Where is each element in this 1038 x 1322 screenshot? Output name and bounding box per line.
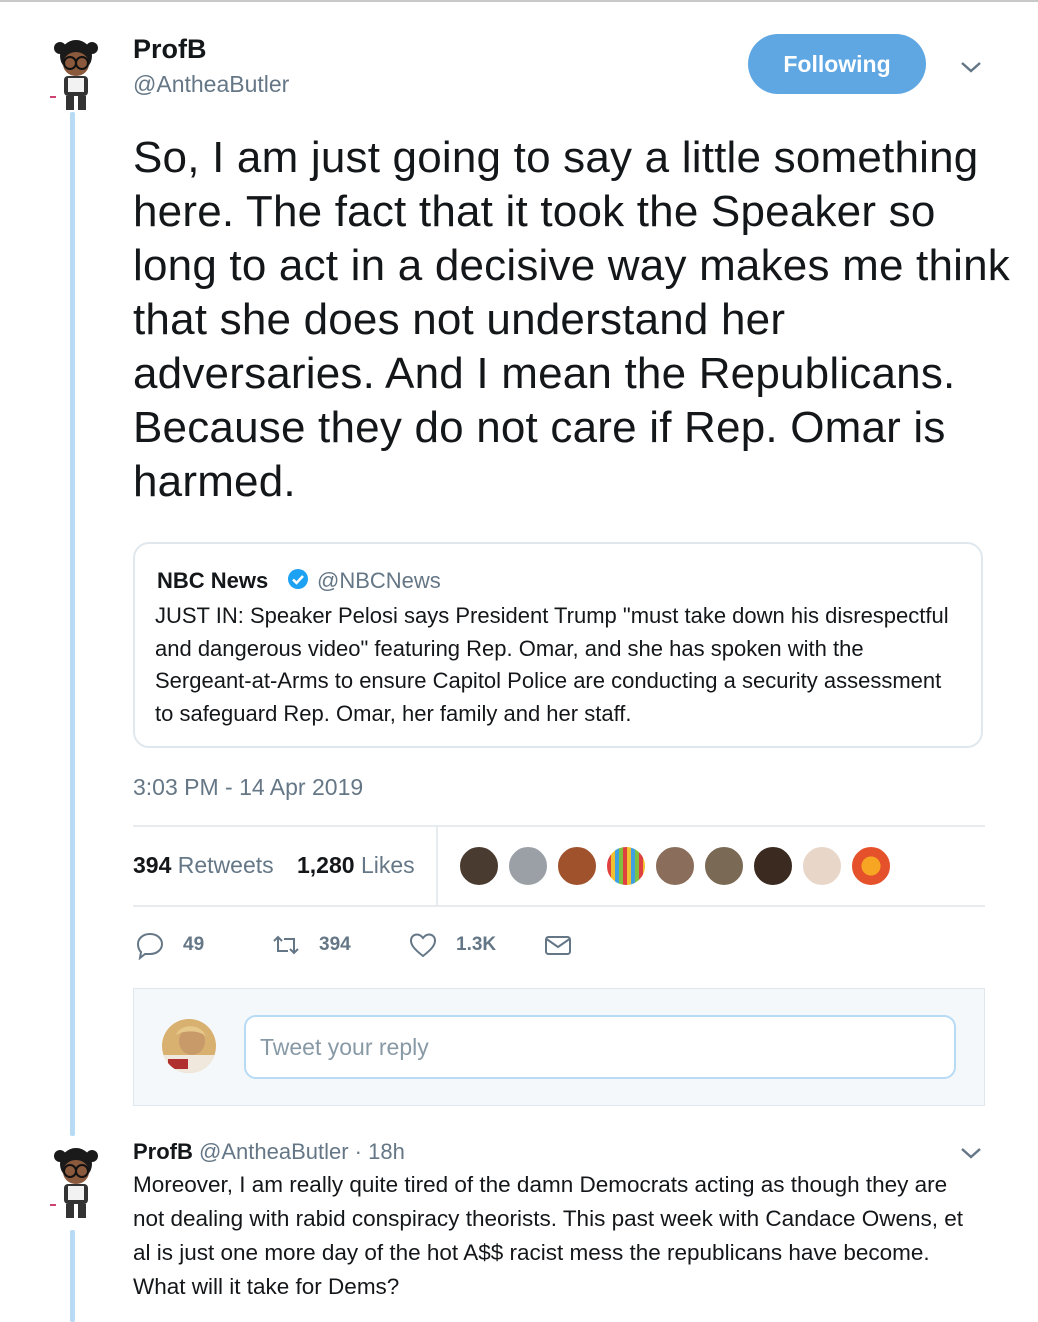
thread-connector-line	[70, 112, 75, 1136]
verified-badge-icon	[287, 568, 309, 590]
liker-avatar-1[interactable]	[458, 845, 500, 887]
liker-avatar-3[interactable]	[556, 845, 598, 887]
tweet-timestamp[interactable]: 3:03 PM - 14 Apr 2019	[133, 774, 363, 801]
retweets-count: 394	[133, 852, 172, 878]
reply-author-avatar[interactable]	[46, 1146, 106, 1226]
quoted-author-name: NBC News	[157, 568, 269, 593]
tweet-text: So, I am just going to say a little some…	[133, 133, 1010, 506]
reply-author-name[interactable]: ProfB	[133, 1139, 193, 1164]
quoted-author-handle: @NBCNews	[317, 568, 441, 593]
retweets-stat[interactable]: 394 Retweets	[133, 852, 274, 879]
direct-message-action[interactable]	[543, 928, 573, 962]
liker-avatar-7[interactable]	[752, 845, 794, 887]
reply-tweet-text: Moreover, I am really quite tired of the…	[133, 1172, 964, 1299]
reply-tweet-header: ProfB @AntheaButler · 18h	[133, 1139, 405, 1165]
stats-divider	[436, 826, 438, 906]
author-name[interactable]: ProfB	[133, 34, 207, 65]
reply-time[interactable]: 18h	[368, 1139, 405, 1164]
retweet-count: 394	[319, 934, 351, 955]
reply-icon	[136, 932, 164, 960]
like-count: 1.3K	[456, 934, 497, 955]
likes-stat[interactable]: 1,280 Likes	[297, 852, 415, 879]
liker-avatar-8[interactable]	[801, 845, 843, 887]
envelope-icon	[545, 936, 571, 955]
chevron-down-icon[interactable]	[958, 58, 984, 76]
following-button[interactable]: Following	[748, 34, 926, 94]
reply-chevron-down-icon[interactable]	[958, 1144, 984, 1162]
quoted-tweet-card[interactable]: NBC News @NBCNews JUST IN: Speaker Pelos…	[133, 542, 983, 748]
author-handle[interactable]: @AntheaButler	[133, 71, 289, 98]
reply-count: 49	[183, 934, 205, 955]
author-avatar[interactable]	[46, 38, 106, 118]
like-action[interactable]: 1.3K	[408, 928, 496, 962]
retweet-action[interactable]: 394	[271, 928, 351, 962]
liker-avatar-6[interactable]	[703, 845, 745, 887]
reply-input[interactable]	[244, 1015, 956, 1079]
reply-composer	[133, 988, 985, 1106]
retweet-icon	[273, 935, 299, 955]
quoted-tweet-text: JUST IN: Speaker Pelosi says President T…	[155, 603, 949, 726]
reply-action[interactable]: 49	[135, 928, 204, 962]
heart-icon	[409, 933, 437, 958]
top-divider	[0, 0, 1038, 2]
likes-count: 1,280	[297, 852, 355, 878]
liker-avatar-9[interactable]	[850, 845, 892, 887]
likes-label: Likes	[360, 852, 415, 878]
liker-avatar-4[interactable]	[605, 845, 647, 887]
thread-connector-line-lower	[70, 1230, 75, 1322]
stats-top-divider	[133, 825, 985, 827]
stats-bottom-divider	[133, 905, 985, 907]
retweets-label: Retweets	[177, 852, 274, 878]
current-user-avatar[interactable]	[162, 1019, 216, 1073]
header-separator: ·	[354, 1139, 362, 1164]
liker-avatar-2[interactable]	[507, 845, 549, 887]
reply-author-handle[interactable]: @AntheaButler	[199, 1139, 349, 1164]
liker-avatar-5[interactable]	[654, 845, 696, 887]
